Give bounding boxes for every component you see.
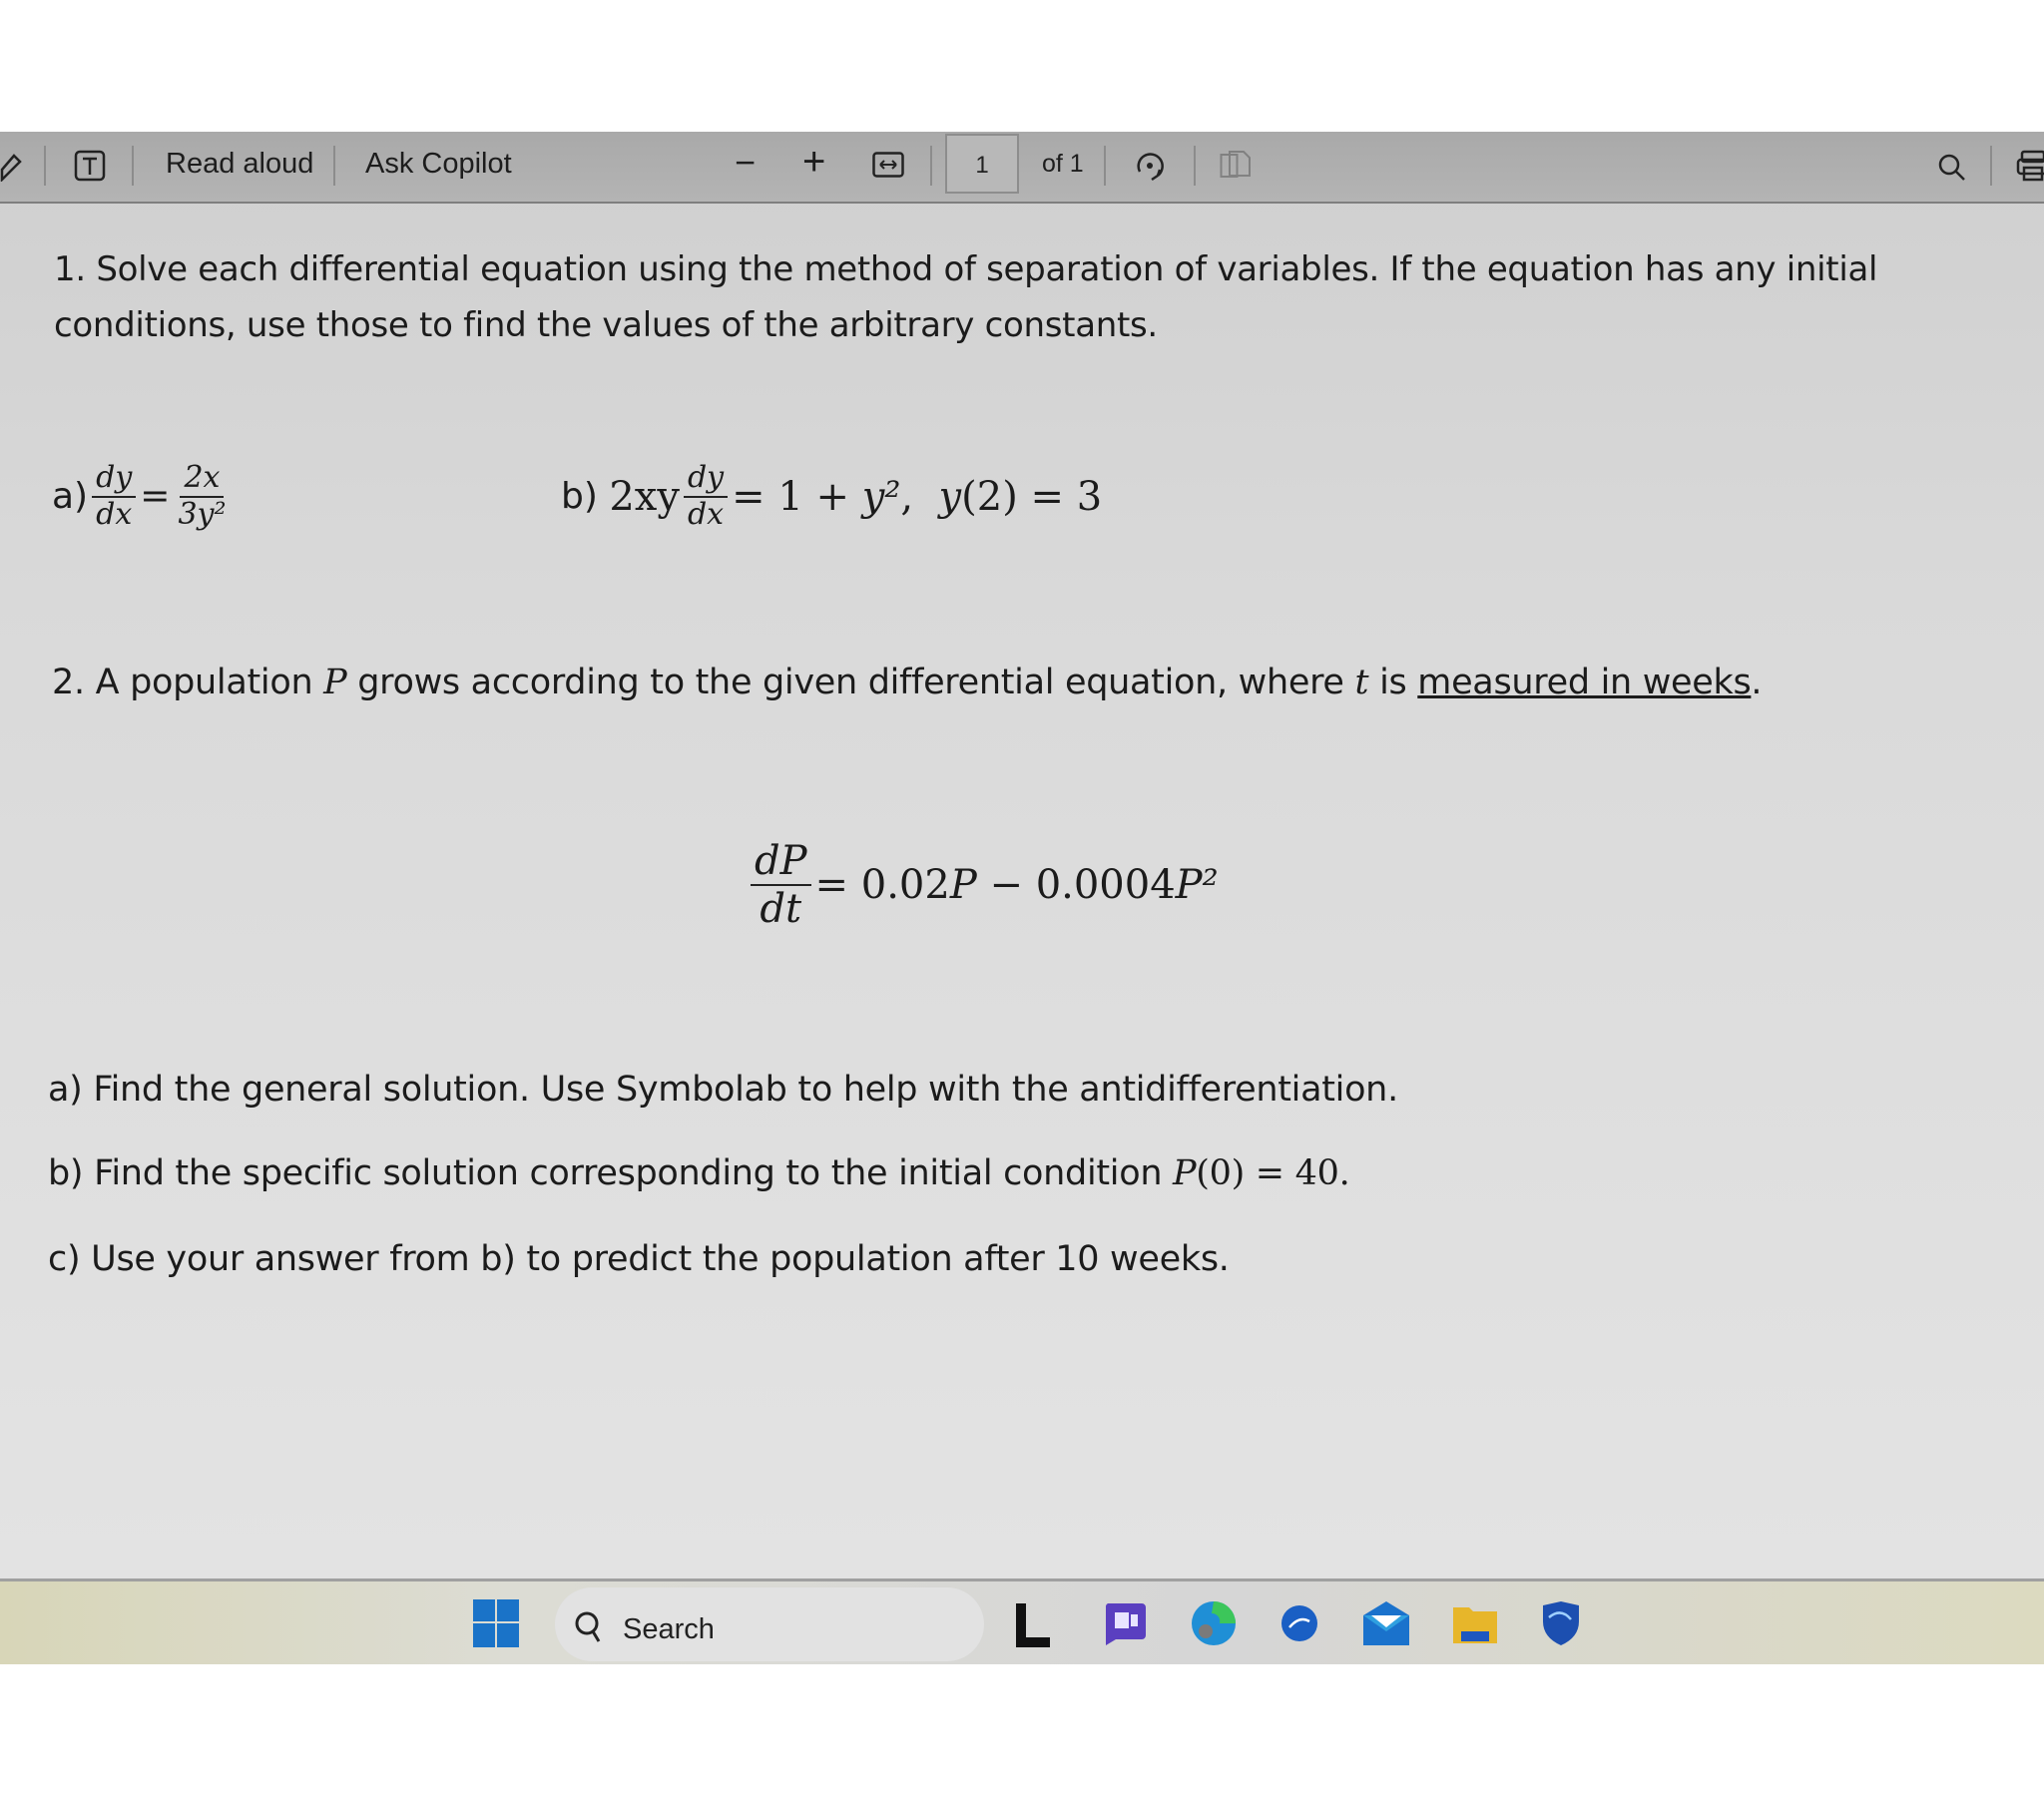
part-c-text: c) Use your answer from b) to predict th… bbox=[48, 1239, 1230, 1279]
equation-label: a) bbox=[52, 476, 89, 517]
zoom-in-button[interactable]: + bbox=[802, 140, 825, 185]
coefficient: 2xy bbox=[609, 473, 680, 520]
variable: P bbox=[949, 862, 977, 908]
text: is bbox=[1368, 663, 1418, 702]
fraction: dy dx bbox=[683, 460, 729, 532]
numerator: dP bbox=[751, 838, 811, 886]
equation-1a: a) dy dx = 2x 3y² bbox=[52, 460, 235, 532]
rhs: = 1 + bbox=[732, 473, 862, 520]
variable: P bbox=[323, 663, 347, 702]
taskbar: Search bbox=[0, 1578, 2044, 1664]
ask-copilot-button[interactable]: Ask Copilot bbox=[365, 148, 512, 181]
page-total: of 1 bbox=[1042, 150, 1084, 178]
numerator: dy bbox=[683, 460, 729, 498]
question-1-text: 1. Solve each differential equation usin… bbox=[54, 249, 1878, 345]
page-number-input[interactable]: 1 bbox=[945, 134, 1019, 194]
pdf-toolbar: Read aloud Ask Copilot − + 1 of 1 bbox=[0, 132, 2044, 204]
variable: y² bbox=[861, 473, 901, 520]
rhs: − 0.0004 bbox=[976, 862, 1176, 908]
zoom-out-button[interactable]: − bbox=[735, 142, 756, 184]
denominator: 3y² bbox=[178, 496, 227, 532]
part-b-text: b) Find the specific solution correspond… bbox=[48, 1153, 1350, 1193]
windows-start-icon[interactable] bbox=[473, 1599, 519, 1647]
pen-icon[interactable] bbox=[0, 152, 22, 187]
rhs: = 0.02 bbox=[814, 862, 950, 908]
equals-sign: = bbox=[140, 476, 171, 517]
numerator: 2x bbox=[180, 460, 225, 498]
read-aloud-button[interactable]: Read aloud bbox=[166, 148, 313, 181]
separator bbox=[1194, 146, 1196, 186]
page-view-icon[interactable] bbox=[1220, 150, 1252, 185]
numerator: dy bbox=[92, 460, 137, 498]
text: grows according to the given differentia… bbox=[346, 663, 1355, 702]
population-equation: dP dt = 0.02 P − 0.0004 P² bbox=[747, 838, 1219, 932]
fraction: 2x 3y² bbox=[174, 460, 230, 532]
taskbar-search-box[interactable]: Search bbox=[555, 1587, 984, 1661]
denominator: dt bbox=[760, 886, 802, 932]
separator bbox=[1104, 146, 1106, 186]
underlined-text: measured in weeks bbox=[1417, 663, 1752, 702]
teams-chat-icon[interactable] bbox=[1102, 1599, 1146, 1647]
fit-width-icon[interactable] bbox=[872, 152, 904, 183]
variable: P bbox=[1173, 1153, 1197, 1193]
question-2-text: 2. A population P grows according to the… bbox=[52, 663, 1763, 702]
fraction: dy dx bbox=[92, 460, 137, 532]
search-icon[interactable] bbox=[1936, 152, 1968, 189]
text-box-icon[interactable] bbox=[74, 150, 106, 187]
pdf-document-page: 1. Solve each differential equation usin… bbox=[0, 204, 2044, 1501]
variable: P² bbox=[1175, 862, 1219, 908]
part-a-text: a) Find the general solution. Use Symbol… bbox=[48, 1070, 1398, 1110]
text: b) Find the specific solution correspond… bbox=[48, 1153, 1174, 1193]
taskbar-search-label: Search bbox=[623, 1613, 715, 1645]
screen: Read aloud Ask Copilot − + 1 of 1 1. Sol… bbox=[0, 132, 2044, 1664]
equation-1b: b) 2xy dy dx = 1 + y² , y (2) = 3 bbox=[561, 460, 1103, 532]
search-icon bbox=[575, 1611, 601, 1642]
app-blue-circle-icon[interactable] bbox=[1279, 1599, 1323, 1647]
separator bbox=[44, 146, 46, 186]
separator-comma: , bbox=[900, 473, 939, 520]
text: . bbox=[1751, 663, 1763, 702]
file-explorer-icon[interactable] bbox=[1451, 1599, 1497, 1647]
text: 2. A population bbox=[52, 663, 324, 702]
variable: y bbox=[938, 473, 962, 520]
separator bbox=[930, 146, 932, 186]
initial-condition: (0) = 40. bbox=[1196, 1153, 1350, 1193]
denominator: dx bbox=[687, 496, 725, 532]
denominator: dx bbox=[96, 496, 133, 532]
separator bbox=[333, 146, 335, 186]
initial-condition: (2) = 3 bbox=[961, 473, 1103, 520]
mail-icon[interactable] bbox=[1361, 1599, 1409, 1647]
variable: t bbox=[1354, 663, 1369, 702]
rotate-icon[interactable] bbox=[1132, 146, 1168, 191]
separator bbox=[132, 146, 134, 186]
app-l-icon[interactable] bbox=[1014, 1599, 1058, 1647]
shield-app-icon[interactable] bbox=[1539, 1599, 1583, 1647]
edge-icon[interactable] bbox=[1190, 1599, 1236, 1647]
print-icon[interactable] bbox=[2016, 150, 2044, 189]
fraction: dP dt bbox=[751, 838, 811, 932]
equation-label: b) bbox=[561, 476, 610, 517]
separator bbox=[1990, 146, 1992, 186]
